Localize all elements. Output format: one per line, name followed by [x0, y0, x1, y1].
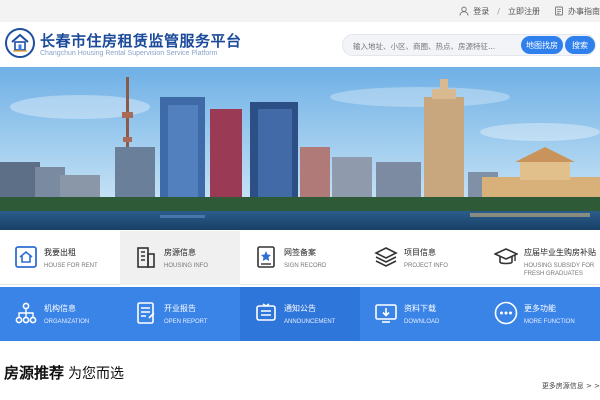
top-bar: 登录 / 立即注册 办事指南	[0, 0, 600, 22]
site-subtitle: Changchun Housing Rental Supervision Ser…	[40, 50, 218, 57]
logo-icon	[11, 33, 29, 52]
service-sublabel: MORE FUNCTION	[524, 319, 575, 325]
service-row-1: 我要出租 HOUSE FOR RENT 房源信息 HOUSING INFO 网签备案…	[0, 231, 600, 285]
service-label: 网签备案	[284, 248, 316, 257]
more-listings-link[interactable]: 更多房源信息 > >	[542, 381, 600, 391]
service-grid: 我要出租 HOUSE FOR RENT 房源信息 HOUSING INFO 网签备案…	[0, 231, 600, 342]
guide-icon	[555, 6, 563, 16]
service-house-for-rent[interactable]: 我要出租 HOUSE FOR RENT	[0, 231, 120, 285]
service-sublabel-2: FRESH GRADUATES	[524, 271, 583, 277]
service-sublabel: HOUSE FOR RENT	[44, 263, 98, 269]
top-links: 登录 / 立即注册 办事指南	[459, 0, 600, 22]
more-icon	[494, 301, 518, 325]
org-chart-icon	[15, 302, 37, 324]
service-label: 更多功能	[524, 304, 556, 313]
bell-icon	[256, 303, 276, 321]
search-input[interactable]	[353, 38, 513, 54]
service-row-2: 机构信息 ORGANIZATION 开业报告 OPEN REPORT 通知公告 ANN…	[0, 287, 600, 341]
service-label: 房源信息	[164, 248, 196, 257]
service-label: 机构信息	[44, 304, 76, 313]
user-icon	[459, 6, 469, 16]
service-sublabel: OPEN REPORT	[164, 319, 208, 325]
service-sublabel: ANNOUNCEMENT	[284, 319, 336, 325]
download-icon	[375, 304, 397, 323]
search-button[interactable]: 搜索	[565, 36, 595, 54]
login-link[interactable]: 登录	[459, 6, 489, 17]
service-download[interactable]: 资料下载 DOWNLOAD	[360, 287, 480, 341]
service-more-function[interactable]: 更多功能 MORE FUNCTION	[480, 287, 600, 341]
service-label: 应届毕业生购房补贴	[524, 248, 596, 257]
city-skyline-image	[0, 67, 600, 230]
site-header: 长春市住房租赁监管服务平台 Changchun Housing Rental S…	[0, 22, 600, 67]
sign-document-icon	[257, 246, 275, 268]
report-icon	[137, 302, 155, 324]
service-sublabel: PROJECT INFO	[404, 263, 448, 269]
service-label: 项目信息	[404, 248, 436, 257]
service-label: 资料下载	[404, 304, 436, 313]
guide-label: 办事指南	[568, 6, 600, 16]
service-housing-info[interactable]: 房源信息 HOUSING INFO	[120, 231, 240, 285]
hero-banner	[0, 67, 600, 230]
section-title-bold: 房源推荐	[4, 364, 65, 382]
separator: /	[497, 6, 500, 16]
map-search-button[interactable]: 地图找房	[521, 36, 563, 54]
graduation-cap-icon	[494, 248, 518, 265]
service-label: 通知公告	[284, 304, 316, 313]
service-graduate-subsidy[interactable]: 应届毕业生购房补贴 HOUSING SUBSIDY FOR FRESH GRADUA…	[480, 231, 600, 285]
service-sublabel: HOUSING INFO	[164, 263, 209, 269]
service-announcement[interactable]: 通知公告 ANNOUNCEMENT	[240, 287, 360, 341]
recommend-section-title: 房源推荐 为您而选	[4, 362, 124, 383]
service-sublabel: HOUSING SUBSIDY FOR	[524, 263, 595, 269]
service-sublabel: ORGANIZATION	[44, 319, 90, 325]
login-label: 登录	[473, 6, 490, 16]
service-organization[interactable]: 机构信息 ORGANIZATION	[0, 287, 120, 341]
service-sign-record[interactable]: 网签备案 SIGN RECORD	[240, 231, 360, 285]
register-link[interactable]: 立即注册	[508, 6, 540, 17]
service-project-info[interactable]: 项目信息 PROJECT INFO	[360, 231, 480, 285]
service-label: 开业报告	[164, 304, 196, 313]
guide-link[interactable]: 办事指南	[554, 6, 600, 17]
service-sublabel: SIGN RECORD	[284, 263, 327, 269]
layers-icon	[374, 247, 398, 267]
building-icon	[137, 247, 155, 268]
search-bar: 地图找房 搜索	[342, 34, 596, 56]
site-title: 长春市住房租赁监管服务平台	[40, 32, 242, 50]
service-sublabel: DOWNLOAD	[404, 319, 440, 325]
house-icon	[15, 246, 37, 268]
service-label: 我要出租	[44, 248, 76, 257]
section-title-rest: 为您而选	[68, 366, 125, 382]
service-open-report[interactable]: 开业报告 OPEN REPORT	[120, 287, 240, 341]
site-logo[interactable]	[5, 28, 35, 58]
